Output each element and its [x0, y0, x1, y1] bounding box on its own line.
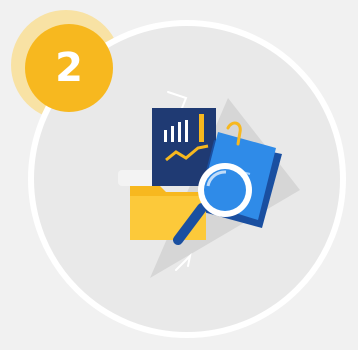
step-number-badge: 2 — [25, 24, 113, 112]
step-number: 2 — [55, 45, 83, 91]
step-card: 2 — [0, 0, 358, 350]
